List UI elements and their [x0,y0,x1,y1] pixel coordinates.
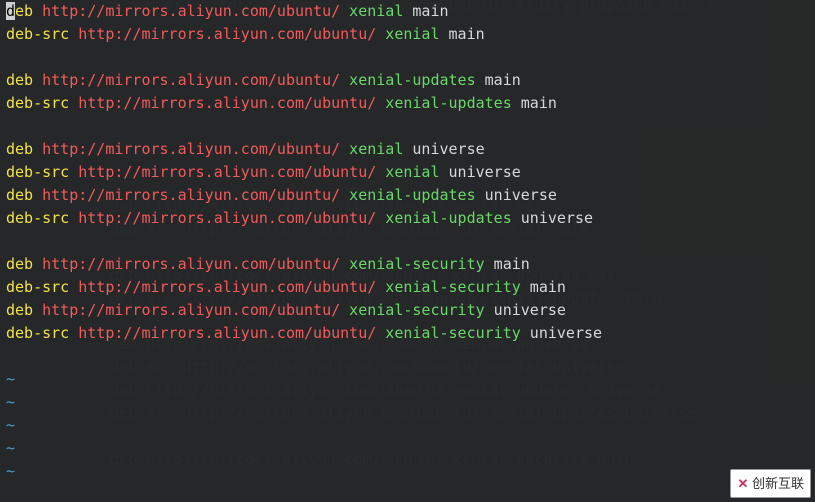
editor-line[interactable]: deb-src http://mirrors.aliyun.com/ubuntu… [6,322,809,345]
tilde-marker: ~ [6,416,15,434]
component: universe [530,324,602,342]
cursor: d [6,2,15,20]
component: universe [494,301,566,319]
tilde-marker: ~ [6,393,15,411]
dist-type: deb-src [6,324,69,342]
tilde-marker: ~ [6,439,15,457]
terminal-editor[interactable]: deb http://mirrors.aliyun.com/ubuntu/ xe… [0,0,815,502]
editor-line[interactable]: ~ [6,368,809,391]
tilde-marker: ~ [6,462,15,480]
component: main [494,255,530,273]
editor-line[interactable]: deb http://mirrors.aliyun.com/ubuntu/ xe… [6,299,809,322]
suite: xenial [349,140,403,158]
editor-line[interactable]: ~ [6,460,809,483]
suite: xenial-security [349,255,484,273]
component: universe [412,140,484,158]
dist-type: deb [6,186,33,204]
repo-url: http://mirrors.aliyun.com/ubuntu/ [42,301,340,319]
suite: xenial-updates [349,186,475,204]
dist-type: deb [6,140,33,158]
watermark: ✕ 创新互联 [730,469,811,498]
editor-line[interactable] [6,46,809,69]
suite: xenial [349,2,403,20]
editor-line[interactable]: deb-src http://mirrors.aliyun.com/ubuntu… [6,276,809,299]
repo-url: http://mirrors.aliyun.com/ubuntu/ [42,2,340,20]
dist-type: deb [6,255,33,273]
dist-type: deb [6,71,33,89]
repo-url: http://mirrors.aliyun.com/ubuntu/ [78,209,376,227]
repo-url: http://mirrors.aliyun.com/ubuntu/ [78,163,376,181]
dist-type: deb-src [6,209,69,227]
component: universe [521,209,593,227]
editor-line[interactable] [6,230,809,253]
suite: xenial [385,25,439,43]
dist-type: deb-src [6,94,69,112]
editor-line[interactable]: deb-src http://mirrors.aliyun.com/ubuntu… [6,207,809,230]
editor-line[interactable]: deb http://mirrors.aliyun.com/ubuntu/ xe… [6,69,809,92]
editor-line[interactable]: ~ [6,391,809,414]
suite: xenial [385,163,439,181]
suite: xenial-security [349,301,484,319]
repo-url: http://mirrors.aliyun.com/ubuntu/ [42,186,340,204]
repo-url: http://mirrors.aliyun.com/ubuntu/ [78,324,376,342]
editor-line[interactable] [6,115,809,138]
dist-type: deb-src [6,163,69,181]
dist-type: eb [15,2,33,20]
editor-line[interactable]: deb http://mirrors.aliyun.com/ubuntu/ xe… [6,0,809,23]
suite: xenial-updates [385,209,511,227]
dist-type: deb-src [6,25,69,43]
component: main [521,94,557,112]
editor-line[interactable]: ~ [6,437,809,460]
editor-line[interactable]: deb http://mirrors.aliyun.com/ubuntu/ xe… [6,184,809,207]
screenshot-root: # deb-src https://mirrors.aliyun.com/ubu… [0,0,815,502]
repo-url: http://mirrors.aliyun.com/ubuntu/ [42,140,340,158]
component: main [412,2,448,20]
editor-line[interactable]: deb-src http://mirrors.aliyun.com/ubuntu… [6,161,809,184]
editor-line[interactable]: deb http://mirrors.aliyun.com/ubuntu/ xe… [6,253,809,276]
suite: xenial-updates [385,94,511,112]
dist-type: deb [6,301,33,319]
component: main [485,71,521,89]
suite: xenial-security [385,324,520,342]
component: universe [485,186,557,204]
dist-type: deb-src [6,278,69,296]
repo-url: http://mirrors.aliyun.com/ubuntu/ [42,255,340,273]
suite: xenial-updates [349,71,475,89]
repo-url: http://mirrors.aliyun.com/ubuntu/ [78,94,376,112]
editor-line[interactable]: deb-src http://mirrors.aliyun.com/ubuntu… [6,92,809,115]
repo-url: http://mirrors.aliyun.com/ubuntu/ [42,71,340,89]
editor-line[interactable]: deb http://mirrors.aliyun.com/ubuntu/ xe… [6,138,809,161]
repo-url: http://mirrors.aliyun.com/ubuntu/ [78,278,376,296]
tilde-marker: ~ [6,370,15,388]
editor-line[interactable] [6,345,809,368]
editor-line[interactable]: deb-src http://mirrors.aliyun.com/ubuntu… [6,23,809,46]
editor-line[interactable]: ~ [6,414,809,437]
repo-url: http://mirrors.aliyun.com/ubuntu/ [78,25,376,43]
watermark-logo-icon: ✕ [737,476,748,491]
component: main [449,25,485,43]
component: universe [449,163,521,181]
component: main [530,278,566,296]
watermark-text: 创新互联 [752,476,804,491]
suite: xenial-security [385,278,520,296]
